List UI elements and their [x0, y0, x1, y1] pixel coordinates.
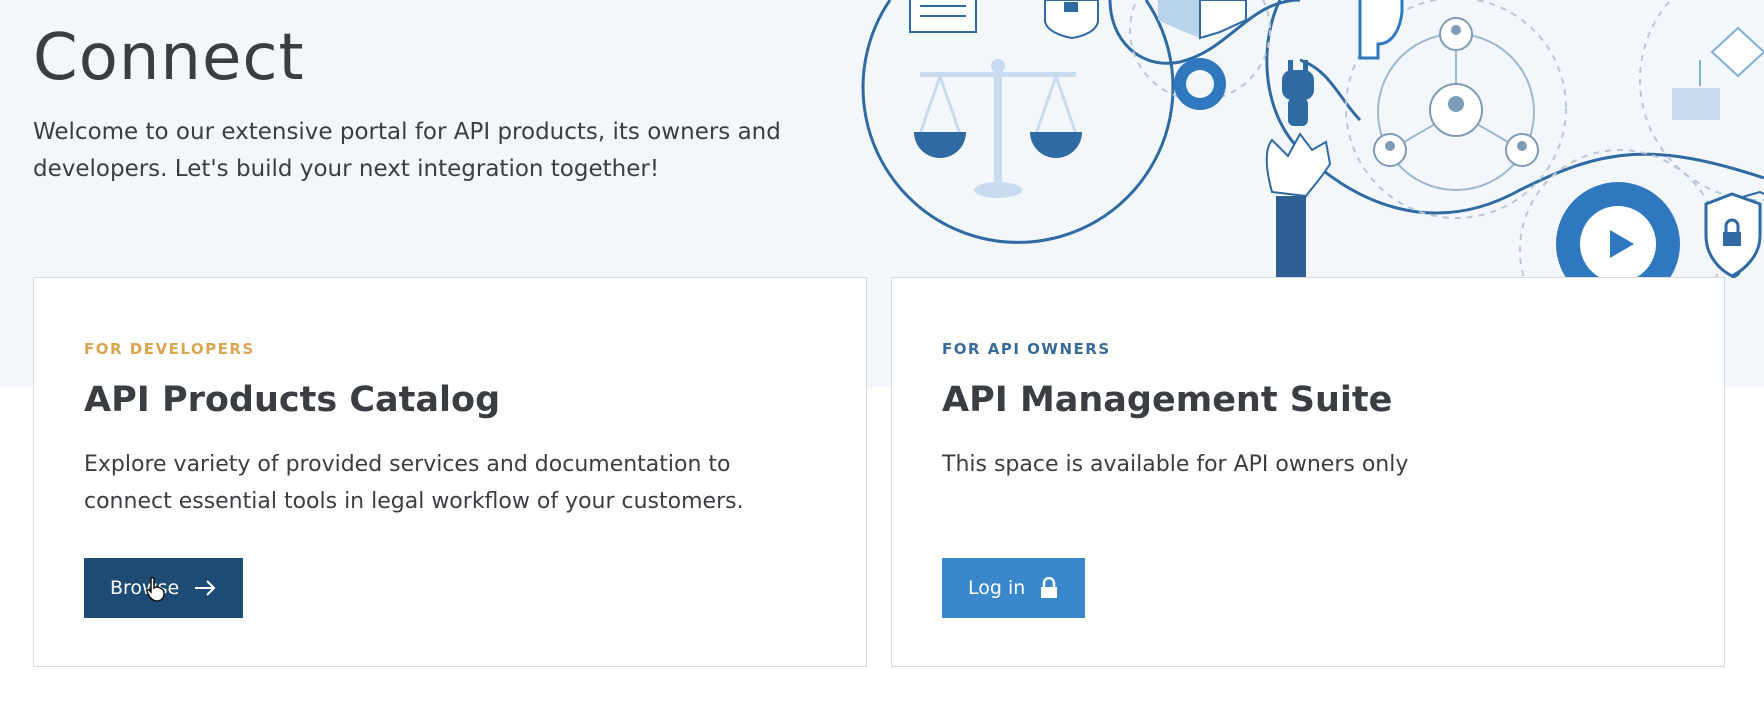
arrow-right-icon — [193, 579, 217, 597]
developers-eyebrow: FOR DEVELOPERS — [84, 340, 255, 358]
lock-shield-icon — [1704, 190, 1764, 278]
login-button-label: Log in — [968, 577, 1026, 599]
owners-card-title: API Management Suite — [942, 380, 1393, 420]
user-icon — [1373, 17, 1539, 167]
scale-icon — [916, 59, 1080, 198]
hand-icon — [1265, 132, 1332, 278]
owners-card: FOR API OWNERS API Management Suite This… — [891, 277, 1725, 667]
developers-card: FOR DEVELOPERS API Products Catalog Expl… — [33, 277, 867, 667]
circle-outline — [861, 0, 1175, 244]
developers-card-text: Explore variety of provided services and… — [84, 452, 744, 514]
owners-eyebrow: FOR API OWNERS — [942, 340, 1111, 358]
hand-cursor-icon — [145, 576, 167, 602]
plug-icon — [1282, 60, 1314, 126]
head-icon — [1358, 0, 1404, 60]
browse-button[interactable]: Browse — [84, 558, 244, 618]
login-button[interactable]: Log in — [942, 558, 1086, 618]
document-icon — [909, 0, 977, 33]
page-title: Connect — [33, 21, 305, 95]
play-gear-icon — [1556, 182, 1680, 278]
lock-icon — [1039, 577, 1059, 599]
flowchart-icon — [1672, 26, 1764, 120]
gear-icon — [1174, 58, 1226, 110]
intro-text: Welcome to our extensive portal for API … — [33, 119, 781, 182]
hero-illustration — [861, 0, 1764, 278]
developers-card-title: API Products Catalog — [84, 380, 501, 420]
owners-card-text: This space is available for API owners o… — [942, 452, 1409, 477]
